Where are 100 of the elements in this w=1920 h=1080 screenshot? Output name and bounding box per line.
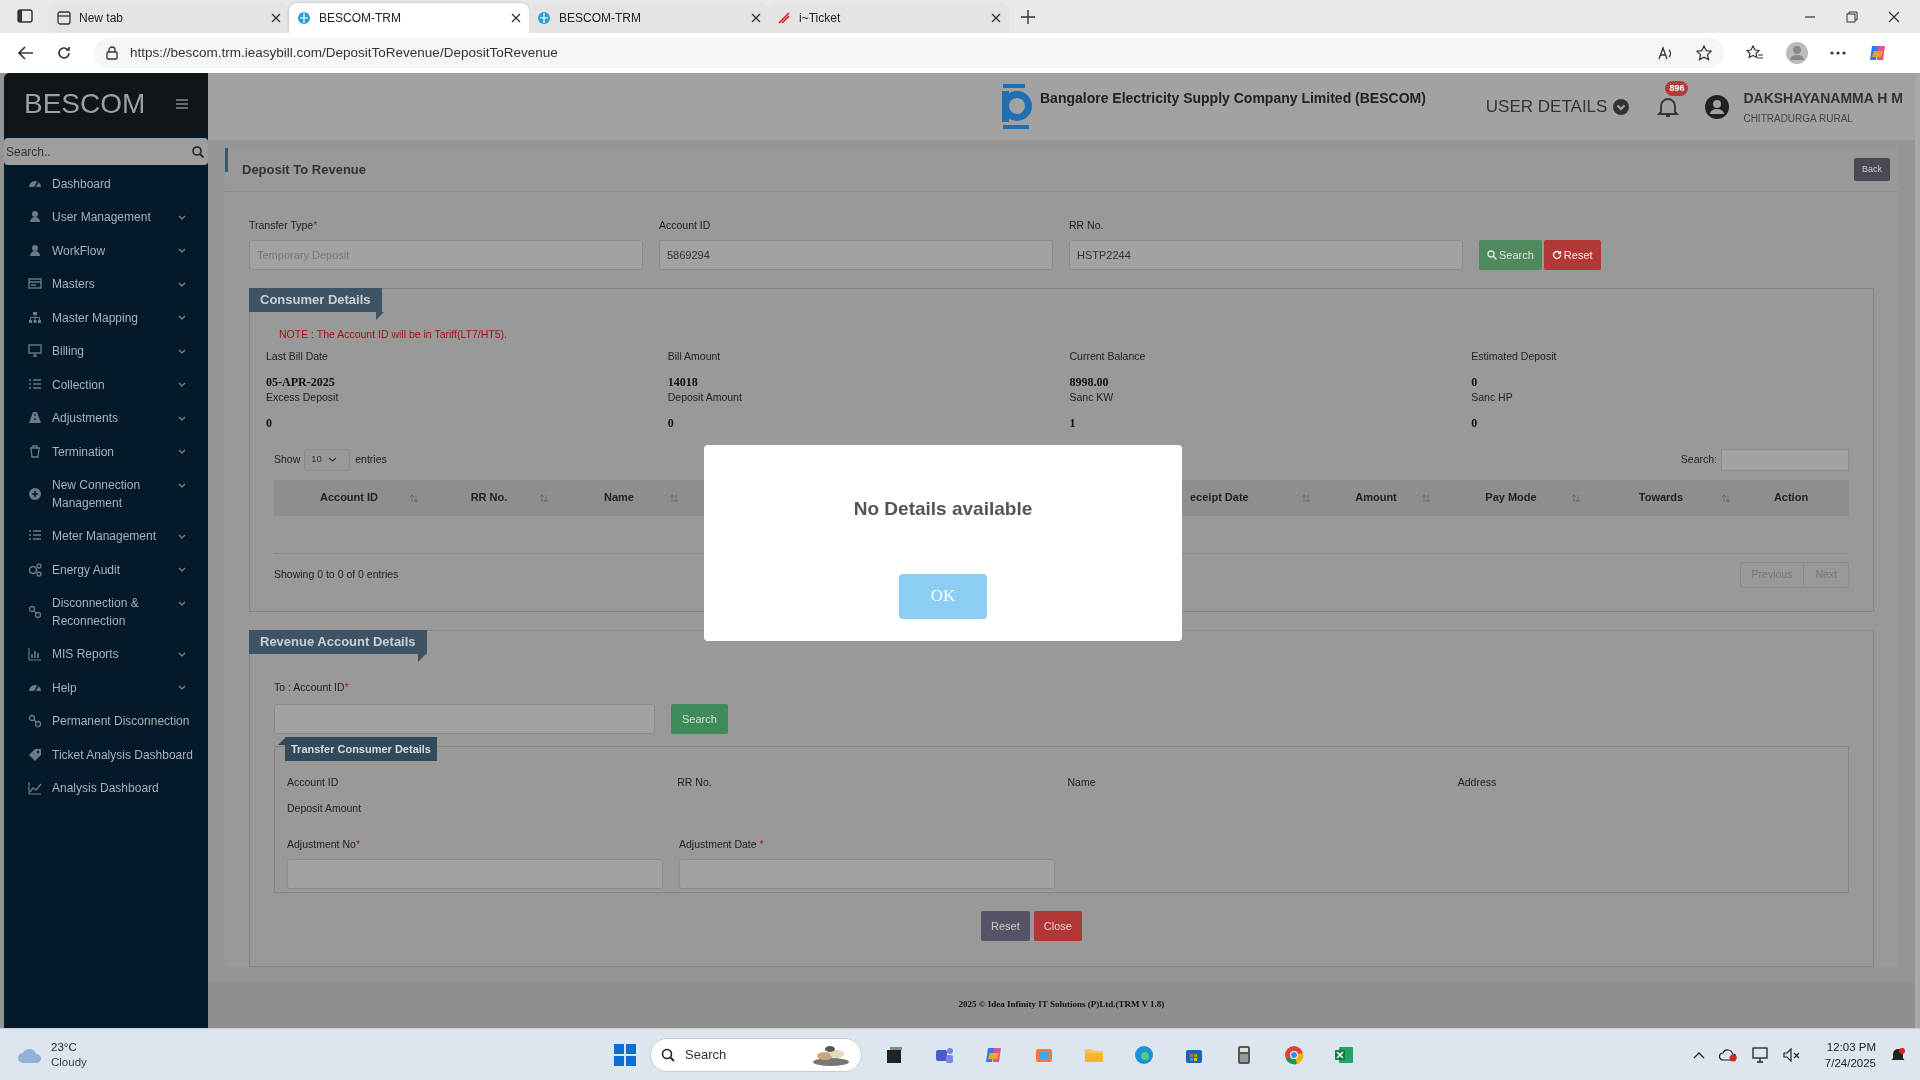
taskbar-search[interactable]: Search — [650, 1037, 862, 1072]
trash-icon — [28, 444, 42, 459]
restore-icon[interactable] — [1846, 11, 1858, 23]
detail-value: 0 — [266, 415, 273, 433]
field-label: RR No. — [677, 774, 713, 790]
sidebar-item[interactable]: Master Mapping — [4, 301, 208, 335]
sidebar-item[interactable]: Energy Audit — [4, 553, 208, 587]
chevron-up-icon[interactable] — [1692, 1050, 1705, 1059]
sidebar-item[interactable]: Permanent Disconnection — [4, 704, 208, 738]
reload-icon[interactable] — [56, 45, 72, 61]
chevron-down-icon — [178, 567, 186, 572]
close-button[interactable]: Close — [1033, 910, 1082, 941]
sidebar-item[interactable]: MIS Reports — [4, 637, 208, 671]
tab-actions-icon[interactable] — [17, 9, 33, 23]
detail-label: Current Balance — [1069, 348, 1147, 364]
detail-value: 05-APR-2025 — [266, 374, 336, 392]
detail-label: Bill Amount — [667, 348, 722, 364]
sidebar-item[interactable]: Dashboard — [4, 167, 208, 201]
sidebar-item[interactable]: Masters — [4, 267, 208, 301]
chevron-down-icon — [178, 685, 186, 690]
field-label: Deposit Amount — [287, 800, 363, 816]
close-icon[interactable] — [511, 13, 521, 23]
sort-icon — [1722, 493, 1730, 503]
menu-icon[interactable] — [176, 99, 188, 109]
browser-tab[interactable]: New tab — [49, 3, 289, 33]
sort-icon — [670, 493, 678, 503]
close-icon[interactable] — [991, 13, 1001, 23]
back-button[interactable]: Back — [1854, 157, 1890, 182]
chrome-icon[interactable] — [1284, 1044, 1304, 1065]
chevron-down-icon — [178, 482, 186, 488]
sidebar-item[interactable]: User Management — [4, 200, 208, 234]
stones-icon — [811, 1043, 851, 1066]
star-icon[interactable] — [1696, 45, 1712, 61]
line-chart-icon — [28, 781, 42, 796]
sidebar-item[interactable]: Meter Management — [4, 519, 208, 553]
column-header[interactable]: eceipt Date — [1186, 479, 1316, 516]
new-tab-icon[interactable] — [1021, 10, 1035, 24]
sidebar-item[interactable]: Billing — [4, 334, 208, 368]
sidebar-item[interactable]: New Connection Management — [4, 468, 208, 520]
refresh-icon — [1551, 249, 1562, 260]
chevron-down-icon — [178, 382, 186, 387]
browser-tab[interactable]: BESCOM-TRM — [529, 3, 769, 33]
user-avatar-icon[interactable] — [1705, 94, 1730, 119]
taskview-icon[interactable] — [884, 1044, 904, 1065]
input-field[interactable]: HSTP2244 — [1069, 239, 1463, 270]
input-field[interactable] — [274, 703, 655, 734]
sidebar-item[interactable]: Termination — [4, 435, 208, 469]
column-header[interactable]: Name — [554, 479, 684, 516]
close-icon[interactable] — [751, 13, 761, 23]
favorites-icon[interactable] — [1746, 45, 1764, 61]
search-field[interactable]: Search.. — [4, 138, 208, 165]
input-field[interactable] — [287, 859, 663, 889]
notification-icon[interactable] — [1890, 1046, 1906, 1063]
spreadsheet-icon[interactable] — [1334, 1044, 1354, 1065]
close-icon[interactable] — [1888, 11, 1900, 23]
sidebar-item[interactable]: Ticket Analysis Dashboard — [4, 738, 208, 772]
panel-title: Consumer Details — [249, 287, 382, 312]
fieldset-title: Transfer Consumer Details — [285, 736, 437, 761]
show-label: Show — [274, 451, 301, 467]
sidebar-item[interactable]: Adjustments — [4, 401, 208, 435]
start-icon[interactable] — [614, 1043, 636, 1066]
close-icon[interactable] — [271, 13, 281, 23]
input-field[interactable] — [679, 859, 1055, 889]
globe-icon — [297, 11, 311, 25]
speaker-muted-icon[interactable] — [1782, 1047, 1801, 1062]
browser-tab[interactable]: i~Ticket — [769, 3, 1009, 33]
browser-tab[interactable]: BESCOM-TRM — [289, 3, 529, 33]
address-bar[interactable]: https://bescom.trm.ieasybill.com/DepositToRevenue/DepositToRevenue — [94, 38, 1724, 68]
column-header[interactable]: Amount — [1316, 479, 1436, 516]
read-aloud-icon[interactable] — [1658, 46, 1674, 60]
chevron-down-icon — [178, 348, 186, 354]
chevron-down-icon — [178, 315, 186, 320]
notification-badge: 896 — [1665, 80, 1689, 96]
column-header[interactable]: RR No. — [424, 479, 554, 516]
reset-button[interactable]: Reset — [981, 910, 1030, 941]
column-header[interactable]: Action — [1736, 479, 1846, 516]
back-icon[interactable] — [18, 46, 34, 60]
sidebar-item[interactable]: Analysis Dashboard — [4, 771, 208, 805]
more-icon[interactable] — [1830, 51, 1846, 55]
cloud-sync-icon[interactable] — [1718, 1047, 1737, 1062]
sidebar-item[interactable]: Disconnection & Reconnection — [4, 586, 208, 638]
clock[interactable]: 12:03 PM 7/24/2025 — [1824, 1038, 1876, 1071]
copilot-icon[interactable] — [1868, 43, 1888, 63]
input-field[interactable]: 5869294 — [659, 239, 1053, 270]
bell-icon[interactable] — [1657, 95, 1680, 118]
table-search-field[interactable] — [1721, 448, 1849, 471]
column-header[interactable]: Towards — [1586, 479, 1736, 516]
column-header[interactable]: Pay Mode — [1436, 479, 1586, 516]
reset-button[interactable]: Reset — [1543, 239, 1601, 270]
sort-icon — [1572, 493, 1580, 503]
page-size-select[interactable]: 10 — [304, 448, 351, 471]
profile-icon[interactable] — [1786, 42, 1808, 64]
page-icon — [57, 11, 71, 25]
gears-icon — [28, 562, 42, 577]
network-icon[interactable] — [1750, 1046, 1769, 1063]
sidebar-item[interactable]: Help — [4, 671, 208, 705]
sidebar-item[interactable]: WorkFlow — [4, 234, 208, 268]
sidebar-item[interactable]: Collection — [4, 368, 208, 402]
column-header[interactable]: Account ID — [274, 479, 424, 516]
user-details-menu[interactable]: USER DETAILS — [1485, 93, 1630, 120]
